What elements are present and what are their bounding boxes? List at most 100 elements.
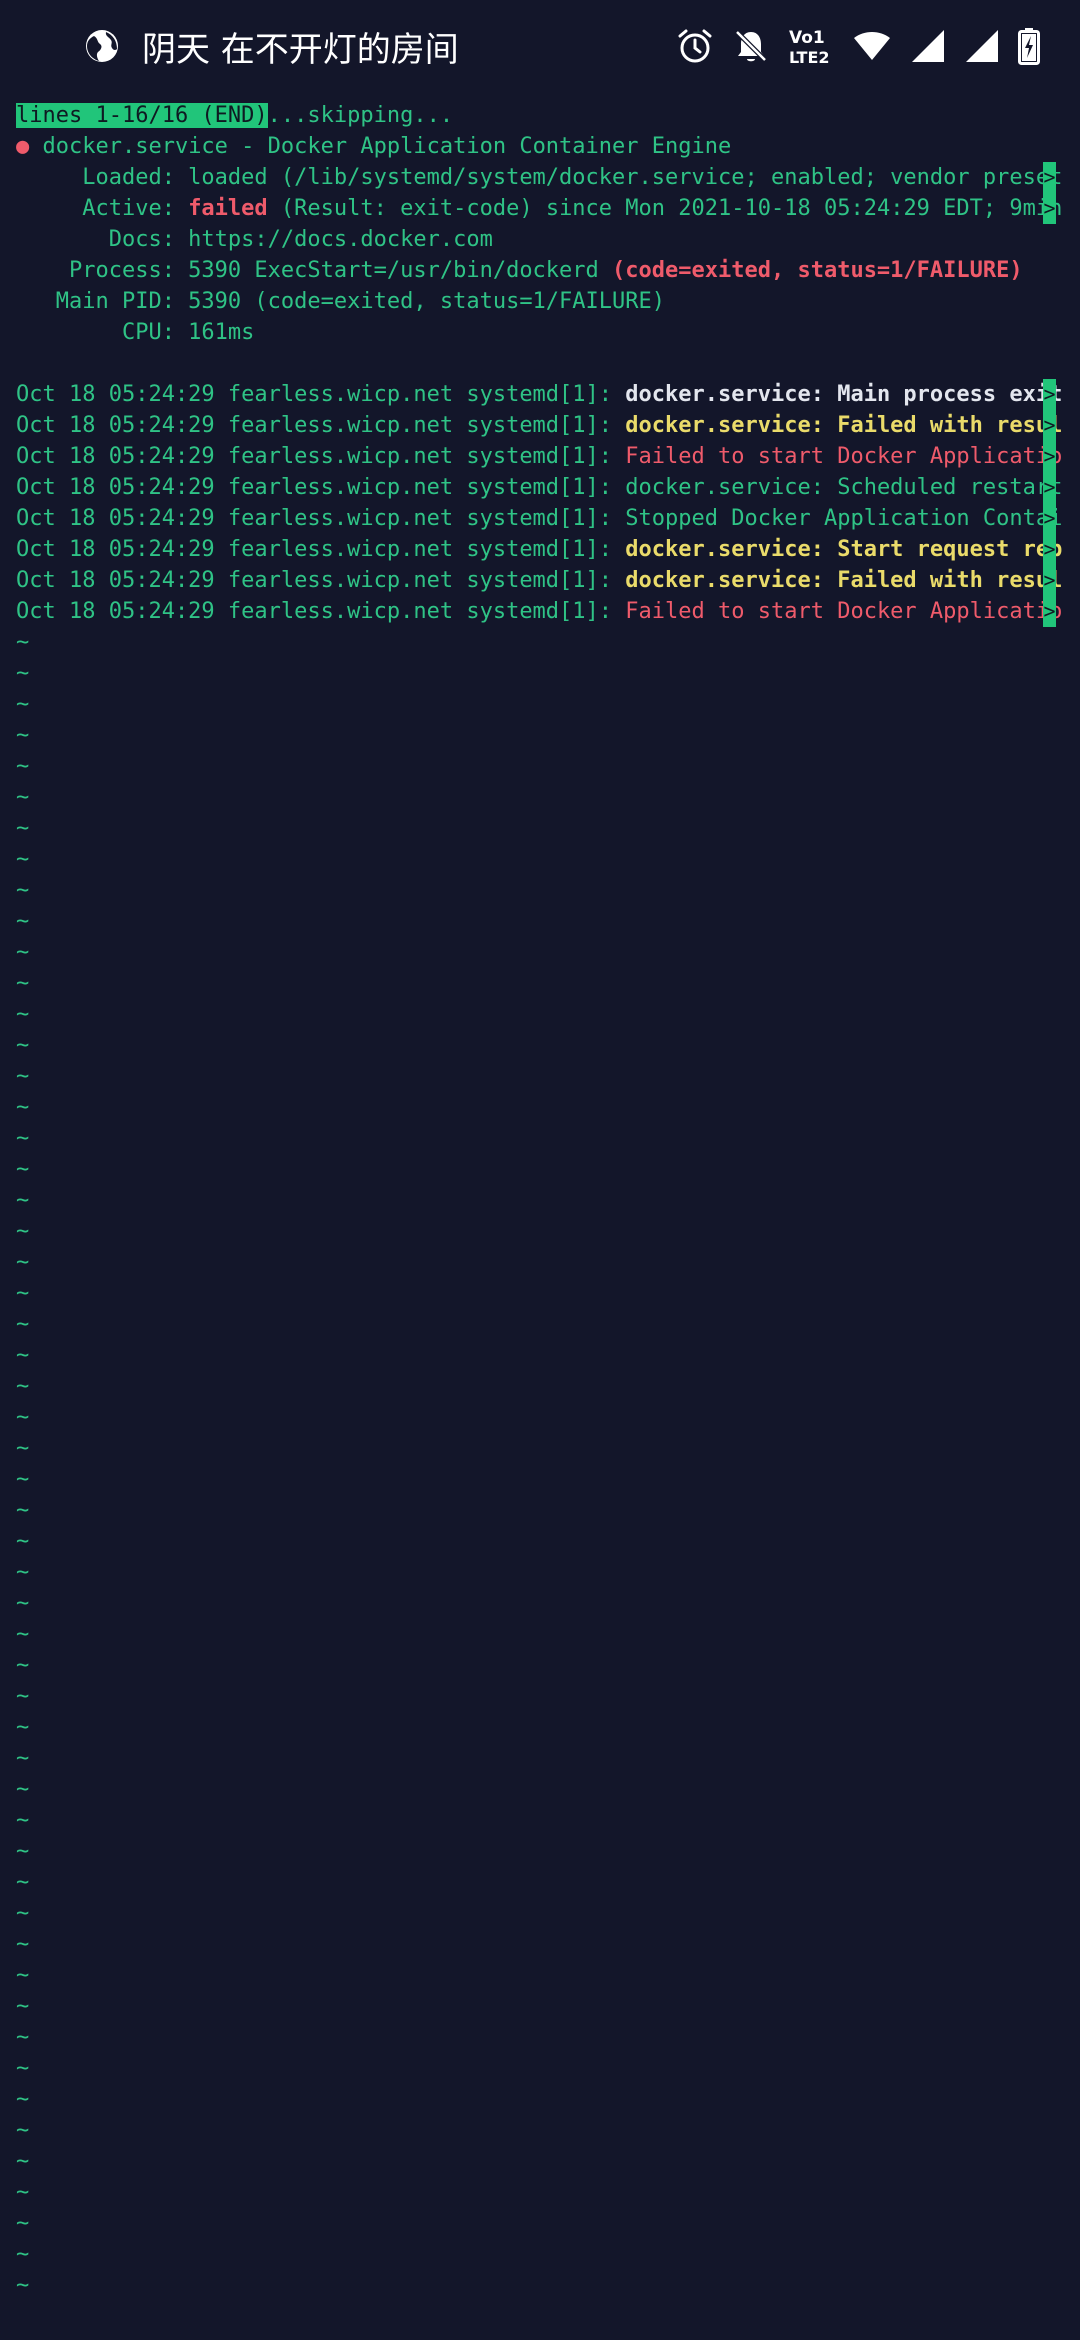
truncation-marker: > bbox=[1043, 410, 1056, 441]
volte-label-bottom: LTE2 bbox=[789, 48, 830, 66]
empty-line-tilde: ~ bbox=[16, 630, 30, 655]
empty-line-tilde: ~ bbox=[16, 1901, 30, 1926]
empty-line-tilde: ~ bbox=[16, 1436, 30, 1461]
pager-header-line: lines 1-16/16 (END)...skipping... bbox=[0, 100, 1080, 131]
empty-line-tilde: ~ bbox=[16, 2118, 30, 2143]
docs-text: Docs: https://docs.docker.com bbox=[16, 227, 493, 252]
log-line: Oct 18 05:24:29 fearless.wicp.net system… bbox=[0, 534, 1080, 565]
empty-line-tilde: ~ bbox=[16, 971, 30, 996]
empty-line-tilde: ~ bbox=[16, 1653, 30, 1678]
empty-line-tilde: ~ bbox=[16, 692, 30, 717]
empty-line-tilde: ~ bbox=[16, 1219, 30, 1244]
log-line: Oct 18 05:24:29 fearless.wicp.net system… bbox=[0, 472, 1080, 503]
empty-line-tilde: ~ bbox=[16, 785, 30, 810]
truncation-marker: > bbox=[1043, 565, 1056, 596]
empty-line-tilde: ~ bbox=[16, 1374, 30, 1399]
empty-line-tilde: ~ bbox=[16, 940, 30, 965]
pager-empty-lines: ~ ~ ~ ~ ~ ~ ~ ~ ~ ~ ~ ~ ~ ~ ~ ~ ~ ~ ~ ~ ~ ~ ~ ~ ~ ~ ~ ~ ~ ~ ~ ~ ~ ~ ~ ~ ~ ~ ~ ~… bbox=[0, 627, 1080, 2301]
active-failed-value: failed bbox=[188, 196, 268, 221]
cpu-text: CPU: 161ms bbox=[16, 320, 255, 345]
empty-line-tilde: ~ bbox=[16, 1250, 30, 1275]
log-message: Failed to start Docker Applicatio bbox=[625, 444, 1063, 469]
empty-line-tilde: ~ bbox=[16, 909, 30, 934]
journal-log-lines: Oct 18 05:24:29 fearless.wicp.net system… bbox=[0, 379, 1080, 627]
empty-line-tilde: ~ bbox=[16, 2087, 30, 2112]
log-message: Failed to start Docker Applicatio bbox=[625, 599, 1063, 624]
empty-line-tilde: ~ bbox=[16, 1002, 30, 1027]
signal-icon bbox=[910, 28, 946, 64]
empty-line-tilde: ~ bbox=[16, 1095, 30, 1120]
empty-line-tilde: ~ bbox=[16, 1994, 30, 2019]
empty-line-tilde: ~ bbox=[16, 1188, 30, 1213]
empty-line-tilde: ~ bbox=[16, 2056, 30, 2081]
empty-line-tilde: ~ bbox=[16, 1312, 30, 1337]
log-message: docker.service: Main process exit bbox=[625, 382, 1063, 407]
terminal-output[interactable]: lines 1-16/16 (END)...skipping... ● dock… bbox=[0, 100, 1080, 2301]
empty-line-tilde: ~ bbox=[16, 2273, 30, 2298]
log-line: Oct 18 05:24:29 fearless.wicp.net system… bbox=[0, 379, 1080, 410]
truncation-marker: > bbox=[1043, 162, 1056, 193]
truncation-marker: > bbox=[1043, 193, 1056, 224]
battery-charging-icon bbox=[1018, 27, 1040, 65]
log-line: Oct 18 05:24:29 fearless.wicp.net system… bbox=[0, 503, 1080, 534]
status-bar: 阴天 在不开灯的房间 Vo1 LTE2 bbox=[0, 0, 1080, 92]
empty-line-tilde: ~ bbox=[16, 1839, 30, 1864]
empty-line-tilde: ~ bbox=[16, 2242, 30, 2267]
truncation-marker: > bbox=[1043, 503, 1056, 534]
truncation-marker: > bbox=[1043, 534, 1056, 565]
empty-line-tilde: ~ bbox=[16, 723, 30, 748]
empty-line-tilde: ~ bbox=[16, 1808, 30, 1833]
log-line: Oct 18 05:24:29 fearless.wicp.net system… bbox=[0, 565, 1080, 596]
log-line: Oct 18 05:24:29 fearless.wicp.net system… bbox=[0, 410, 1080, 441]
docs-line: Docs: https://docs.docker.com bbox=[0, 224, 1080, 255]
log-prefix: Oct 18 05:24:29 fearless.wicp.net system… bbox=[16, 444, 626, 469]
service-title-text: docker.service - Docker Application Cont… bbox=[29, 134, 732, 159]
empty-line-tilde: ~ bbox=[16, 2149, 30, 2174]
empty-line-tilde: ~ bbox=[16, 1777, 30, 1802]
log-line: Oct 18 05:24:29 fearless.wicp.net system… bbox=[0, 596, 1080, 627]
empty-line-tilde: ~ bbox=[16, 1591, 30, 1616]
failed-status-bullet-icon: ● bbox=[16, 134, 30, 159]
truncation-marker: > bbox=[1043, 596, 1056, 627]
weather-globe-icon bbox=[84, 28, 120, 64]
pager-status-highlight: lines 1-16/16 (END) bbox=[16, 103, 268, 128]
log-message: docker.service: Failed with resul bbox=[625, 568, 1063, 593]
empty-line-tilde: ~ bbox=[16, 1467, 30, 1492]
status-text: 阴天 在不开灯的房间 bbox=[142, 29, 459, 70]
empty-line-tilde: ~ bbox=[16, 1529, 30, 1554]
empty-line-tilde: ~ bbox=[16, 1157, 30, 1182]
log-prefix: Oct 18 05:24:29 fearless.wicp.net system… bbox=[16, 506, 626, 531]
status-bar-right: Vo1 LTE2 bbox=[676, 22, 1040, 70]
empty-line-tilde: ~ bbox=[16, 1963, 30, 1988]
empty-line-tilde: ~ bbox=[16, 2025, 30, 2050]
empty-line-tilde: ~ bbox=[16, 1622, 30, 1647]
log-message: docker.service: Scheduled restart bbox=[625, 475, 1063, 500]
empty-line-tilde: ~ bbox=[16, 1715, 30, 1740]
empty-line-tilde: ~ bbox=[16, 1281, 30, 1306]
empty-line-tilde: ~ bbox=[16, 1746, 30, 1771]
process-line: Process: 5390 ExecStart=/usr/bin/dockerd… bbox=[0, 255, 1080, 286]
pager-skipping-text: ...skipping... bbox=[267, 103, 454, 128]
log-prefix: Oct 18 05:24:29 fearless.wicp.net system… bbox=[16, 568, 626, 593]
volte-icon: Vo1 LTE2 bbox=[788, 26, 834, 66]
empty-line-tilde: ~ bbox=[16, 2180, 30, 2205]
log-prefix: Oct 18 05:24:29 fearless.wicp.net system… bbox=[16, 413, 626, 438]
log-message: docker.service: Start request rep bbox=[625, 537, 1063, 562]
empty-line-tilde: ~ bbox=[16, 1405, 30, 1430]
signal-icon bbox=[964, 28, 1000, 64]
bell-off-icon bbox=[732, 27, 770, 65]
log-prefix: Oct 18 05:24:29 fearless.wicp.net system… bbox=[16, 475, 626, 500]
log-message: docker.service: Failed with resul bbox=[625, 413, 1063, 438]
empty-line-tilde: ~ bbox=[16, 1126, 30, 1151]
empty-line-tilde: ~ bbox=[16, 1343, 30, 1368]
empty-line-tilde: ~ bbox=[16, 1033, 30, 1058]
log-prefix: Oct 18 05:24:29 fearless.wicp.net system… bbox=[16, 382, 626, 407]
wifi-icon bbox=[852, 28, 892, 64]
empty-line-tilde: ~ bbox=[16, 1932, 30, 1957]
process-status-value: (code=exited, status=1/FAILURE) bbox=[612, 258, 1023, 283]
log-prefix: Oct 18 05:24:29 fearless.wicp.net system… bbox=[16, 537, 626, 562]
cpu-line: CPU: 161ms bbox=[0, 317, 1080, 348]
empty-line-tilde: ~ bbox=[16, 1498, 30, 1523]
process-text: Process: 5390 ExecStart=/usr/bin/dockerd bbox=[16, 258, 613, 283]
